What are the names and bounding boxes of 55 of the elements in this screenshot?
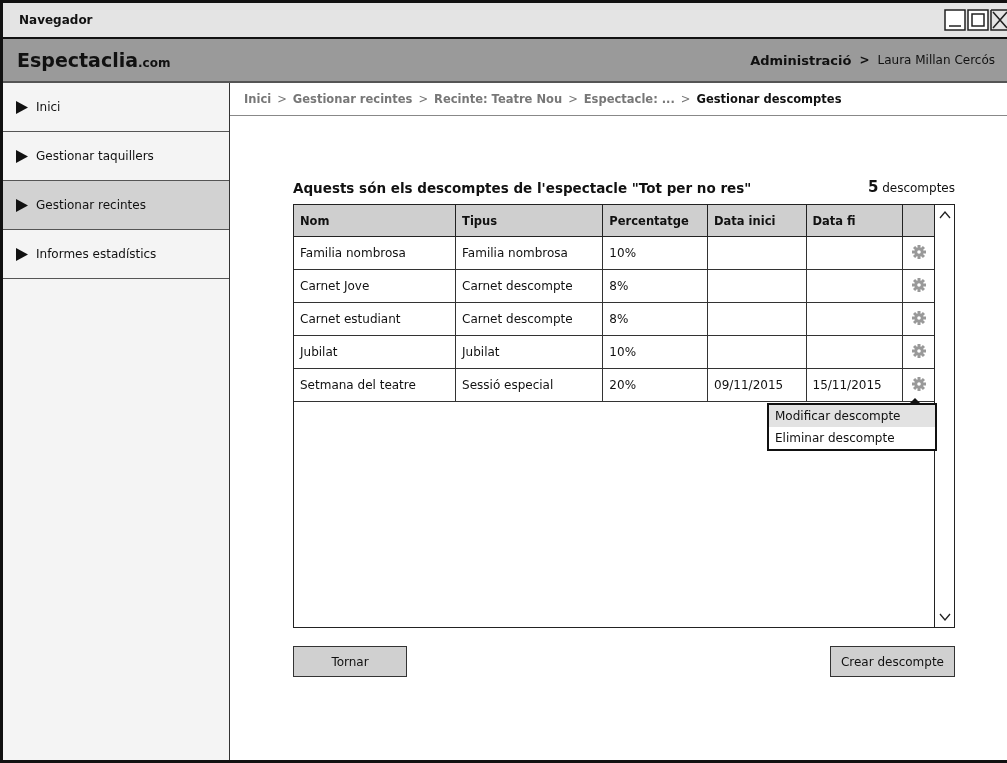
triangle-icon (15, 247, 28, 261)
gear-icon[interactable] (911, 343, 926, 358)
table-cell: 8% (602, 269, 708, 303)
table-cell: 10% (602, 335, 708, 369)
breadcrumb-link[interactable]: Inici (244, 92, 272, 106)
table-cell: 10% (602, 236, 708, 270)
breadcrumb-link[interactable]: Gestionar recintes (292, 92, 413, 106)
table-cell: Jubilat (455, 335, 603, 369)
window-title: Navegador (19, 13, 93, 27)
table-cell: Familia nombrosa (294, 236, 456, 270)
table-cell: Carnet Jove (294, 269, 456, 303)
discount-count: 5 descomptes (867, 178, 955, 196)
minimize-icon[interactable] (944, 9, 966, 31)
create-discount-button[interactable]: Crear descompte (829, 646, 955, 677)
page-heading: Aquests són els descomptes de l'espectacle "Tot per no res" (293, 180, 752, 196)
close-icon[interactable] (990, 9, 1007, 31)
table-cell: Setmana del teatre (294, 368, 456, 402)
menu-item[interactable]: Modificar descompte (769, 405, 935, 427)
table-cell: Jubilat (294, 335, 456, 369)
scroll-down-icon[interactable] (938, 613, 951, 621)
sidebar-item[interactable]: Gestionar recintes (3, 181, 229, 230)
scroll-up-icon[interactable] (938, 211, 951, 219)
table-cell: Sessió especial (455, 368, 603, 402)
gear-icon[interactable] (911, 376, 926, 391)
table-cell: Carnet estudiant (294, 302, 456, 336)
breadcrumb-separator: > (277, 92, 287, 106)
section-title[interactable]: Administració (750, 52, 852, 68)
table-cell: 20% (602, 368, 708, 402)
column-header[interactable]: Tipus (455, 205, 603, 237)
breadcrumb-separator: > (418, 92, 429, 106)
table-cell: 15/11/2015 (806, 368, 903, 402)
triangle-icon (15, 198, 28, 212)
column-header[interactable]: Percentatge (602, 205, 708, 237)
user-name: Laura Millan Cercós (877, 53, 995, 67)
breadcrumb-link[interactable]: Recinte: Teatre Nou (434, 92, 563, 106)
back-button[interactable]: Tornar (293, 646, 407, 677)
column-header[interactable]: Data inici (707, 205, 807, 237)
logo[interactable]: Espectaclia.com (17, 49, 171, 71)
triangle-icon (15, 100, 28, 114)
table-cell: 09/11/2015 (707, 368, 807, 402)
gear-icon[interactable] (911, 244, 926, 259)
separator: > (859, 53, 870, 67)
table-cell: 8% (602, 302, 708, 336)
breadcrumb-link[interactable]: Espectacle: ... (583, 92, 675, 106)
gear-icon[interactable] (911, 277, 926, 292)
table-cell: Carnet descompte (455, 269, 603, 303)
breadcrumb-separator: > (680, 92, 691, 106)
column-header[interactable]: Nom (294, 205, 456, 237)
column-header[interactable]: Data fi (806, 205, 903, 237)
gear-icon[interactable] (911, 310, 926, 325)
maximize-icon[interactable] (967, 9, 989, 31)
table-cell: Carnet descompte (455, 302, 603, 336)
breadcrumb-separator: > (568, 92, 578, 106)
triangle-icon (15, 149, 28, 163)
table-cell: Familia nombrosa (455, 236, 603, 270)
